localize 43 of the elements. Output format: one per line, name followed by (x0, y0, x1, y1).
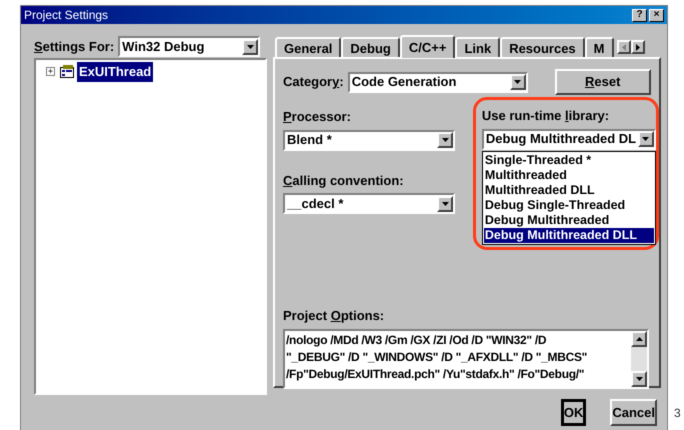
dropdown-option[interactable]: Debug Single-Threaded (484, 198, 654, 212)
field-label: Use run-time library: (482, 107, 610, 125)
settings-for-dropdown[interactable]: Win32 Debug (118, 36, 260, 57)
dropdown-option[interactable]: Debug Multithreaded (484, 212, 654, 228)
help-button[interactable]: ? (632, 8, 647, 22)
tab[interactable]: Link (455, 37, 500, 57)
options-text-line: /nologo /MDd /W3 /Gm /GX /ZI /Od /D "WIN32" /D (286, 332, 548, 348)
tab[interactable]: Debug (341, 37, 400, 57)
tree-item[interactable]: ExUIThread (77, 62, 154, 82)
tab-scroll-right-icon[interactable] (630, 40, 645, 54)
ok-button[interactable]: OK (560, 399, 586, 426)
dropdown-option[interactable]: Debug Multithreaded DLL (484, 228, 654, 242)
field-label: Calling convention: (283, 172, 405, 190)
field-label: Settings For: (34, 38, 114, 56)
window-title: Project Settings (24, 7, 108, 24)
expand-toggle[interactable]: + (46, 67, 55, 76)
tab[interactable]: M (584, 37, 614, 57)
project-icon (60, 65, 75, 78)
cancel-button[interactable]: Cancel (610, 399, 657, 426)
field-label: Processor: (283, 108, 352, 126)
options-text-line: /Fp"Debug/ExUIThread.pch" /Yu"stdafx.h" /Fo"Debug/" (286, 366, 586, 382)
runtime-library-dropdown[interactable]: Debug Multithreaded DL (482, 128, 656, 150)
close-button[interactable]: × (649, 8, 664, 22)
tab[interactable]: Resources (500, 37, 585, 57)
page-number: 3 (674, 405, 681, 422)
scrollbar[interactable] (631, 330, 647, 386)
tab-scroll-left-icon[interactable] (616, 40, 631, 54)
category-dropdown[interactable]: Code Generation (348, 72, 528, 92)
dropdown-option[interactable]: Multithreaded (484, 168, 654, 182)
dropdown-option[interactable]: Single-Threaded * (484, 152, 654, 168)
project-tree[interactable]: + ExUIThread (34, 58, 267, 395)
processor-dropdown[interactable]: Blend * (283, 130, 455, 150)
reset-button[interactable]: Reset (554, 69, 651, 95)
calling-convention-dropdown[interactable]: __cdecl * (283, 193, 455, 214)
dropdown-option[interactable]: Multithreaded DLL (484, 182, 654, 198)
scroll-up-icon[interactable] (631, 330, 647, 346)
tab[interactable]: General (275, 37, 342, 57)
field-label: Category: (283, 73, 344, 92)
field-label: Project Options: (283, 307, 386, 325)
scroll-down-icon[interactable] (631, 370, 647, 386)
tab[interactable]: C/C++ (400, 35, 456, 58)
options-text-line: "_DEBUG" /D "_WINDOWS" /D "_AFXDLL" /D "_MBCS" (286, 348, 588, 366)
project-options-field[interactable]: /nologo /MDd /W3 /Gm /GX /ZI /Od /D "WIN32" /D "_DEBUG" /D "_WINDOWS" /D "_AFXDLL" /D "_MBCS" /Fp"Debug/ExUIThread.pch" /Yu"stdafx.h" /Fo"Debug/" (283, 328, 649, 388)
